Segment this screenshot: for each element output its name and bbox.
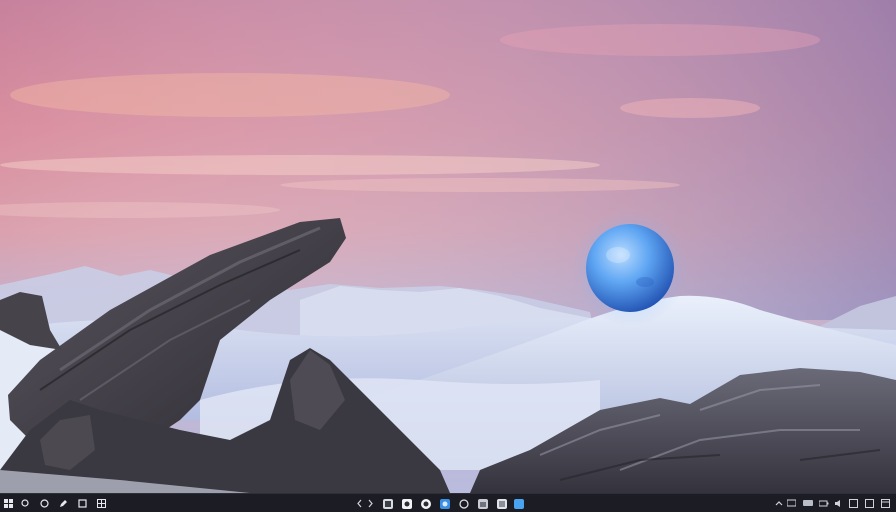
start-icon[interactable]	[3, 498, 14, 509]
wallpaper	[0, 0, 896, 512]
search-icon[interactable]	[20, 498, 31, 509]
file-icon[interactable]	[77, 498, 88, 509]
taskbar	[0, 493, 896, 512]
chevron-up-icon[interactable]	[773, 498, 784, 509]
show-desktop-icon[interactable]	[880, 498, 891, 509]
store-icon[interactable]	[477, 498, 488, 509]
notification-icon[interactable]	[864, 498, 875, 509]
pen-icon[interactable]	[58, 498, 69, 509]
photos-icon[interactable]	[496, 498, 507, 509]
code-icon[interactable]	[356, 498, 374, 509]
battery-icon[interactable]	[818, 498, 829, 509]
language-icon[interactable]	[848, 498, 859, 509]
task-view-icon[interactable]	[39, 498, 50, 509]
network-icon[interactable]	[786, 498, 797, 509]
browser-icon[interactable]	[401, 498, 412, 509]
settings-icon[interactable]	[458, 498, 469, 509]
app-icon-1[interactable]	[382, 498, 393, 509]
circle-app-icon[interactable]	[439, 498, 450, 509]
desktop	[0, 0, 896, 512]
volume-icon[interactable]	[833, 498, 844, 509]
app-icon-blue[interactable]	[513, 498, 524, 509]
display-icon[interactable]	[802, 498, 813, 509]
edge-icon[interactable]	[420, 498, 431, 509]
widgets-icon[interactable]	[96, 498, 107, 509]
